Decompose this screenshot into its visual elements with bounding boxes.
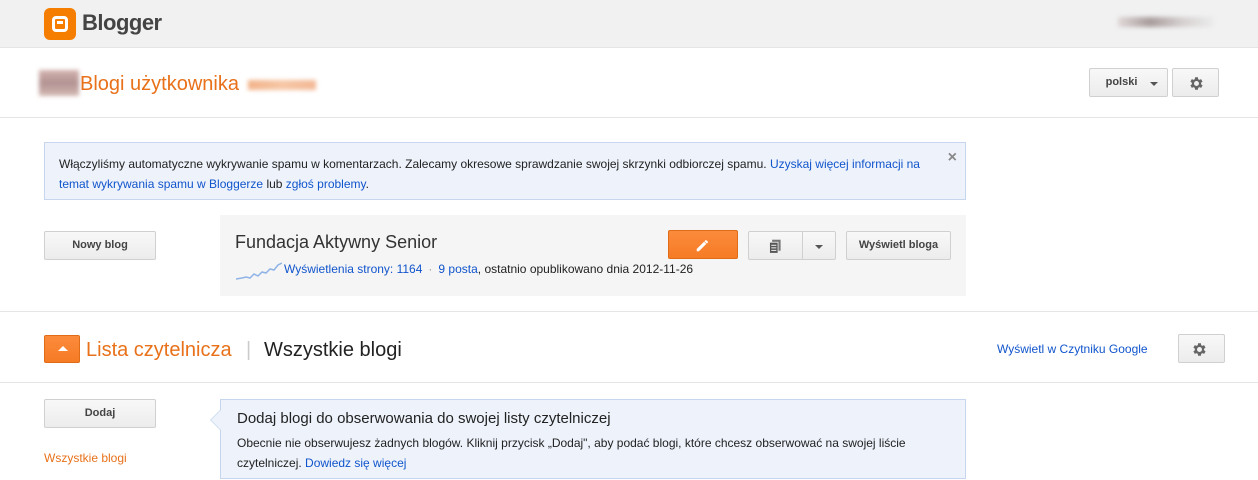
- notice-or: lub: [266, 177, 283, 191]
- reading-list-info: Dodaj blogi do obserwowania do swojej li…: [210, 399, 966, 479]
- posts-link[interactable]: 9 posta: [438, 262, 477, 276]
- pencil-icon: [696, 240, 709, 252]
- reading-list-settings-button[interactable]: [1178, 334, 1225, 363]
- language-select-button[interactable]: polski: [1089, 68, 1168, 97]
- view-blog-button[interactable]: Wyświetl bloga: [846, 231, 951, 260]
- title-separator: |: [246, 339, 252, 361]
- page-title: Blogi użytkownika: [80, 73, 239, 95]
- spam-notice: Włączyliśmy automatyczne wykrywanie spam…: [44, 142, 966, 200]
- gear-icon: [1193, 343, 1206, 356]
- stats-separator: ·: [428, 262, 433, 276]
- new-post-button[interactable]: [668, 230, 738, 259]
- blog-stats: Wyświetlenia strony: 1164 · 9 posta, ostat…: [284, 262, 693, 276]
- posts-list-button[interactable]: [748, 231, 803, 260]
- new-blog-button[interactable]: Nowy blog: [44, 231, 156, 260]
- add-blog-button[interactable]: Dodaj: [44, 399, 156, 428]
- blog-card: Fundacja Aktywny Senior Wyświetlenia str…: [220, 215, 966, 296]
- pageviews-link[interactable]: Wyświetlenia strony: 1164: [284, 262, 422, 276]
- learn-more-link[interactable]: Dowiedz się więcej: [305, 456, 406, 470]
- last-published: , ostatnio opublikowano dnia 2012-11-26: [477, 262, 694, 276]
- report-problem-link[interactable]: zgłoś problemy: [286, 177, 366, 191]
- blog-options-dropdown[interactable]: [802, 231, 836, 260]
- chevron-down-icon: [1150, 82, 1158, 86]
- divider: [0, 382, 1258, 383]
- notice-end: .: [365, 177, 369, 191]
- info-body: Obecnie nie obserwujesz żadnych blogów. …: [237, 433, 949, 473]
- blog-title[interactable]: Fundacja Aktywny Senior: [235, 232, 437, 253]
- settings-button[interactable]: [1172, 68, 1219, 97]
- gear-icon: [1190, 77, 1203, 90]
- notice-text: Włączyliśmy automatyczne wykrywanie spam…: [59, 157, 767, 171]
- divider: [0, 311, 1258, 312]
- reading-list-subtitle: Wszystkie blogi: [264, 339, 402, 361]
- pageviews-sparkline-icon: [236, 262, 282, 280]
- google-reader-link[interactable]: Wyświetl w Czytniku Google: [997, 342, 1148, 356]
- document-icon: [769, 239, 781, 254]
- chevron-down-icon: [815, 245, 823, 249]
- close-icon[interactable]: ×: [948, 148, 957, 168]
- all-blogs-link[interactable]: Wszystkie blogi: [44, 451, 127, 465]
- user-account[interactable]: [1118, 17, 1214, 27]
- app-name[interactable]: Blogger: [82, 10, 162, 36]
- avatar: [39, 70, 79, 96]
- collapse-reading-list-button[interactable]: [44, 335, 80, 363]
- blogger-logo-icon[interactable]: [44, 8, 76, 40]
- top-bar: Blogger: [0, 0, 1258, 48]
- reading-list-title: Lista czytelnicza: [86, 339, 232, 361]
- language-label: polski: [1105, 76, 1138, 88]
- user-name: [248, 80, 316, 90]
- blogs-header: Blogi użytkownika polski: [0, 48, 1258, 118]
- info-title: Dodaj blogi do obserwowania do swojej li…: [237, 410, 611, 427]
